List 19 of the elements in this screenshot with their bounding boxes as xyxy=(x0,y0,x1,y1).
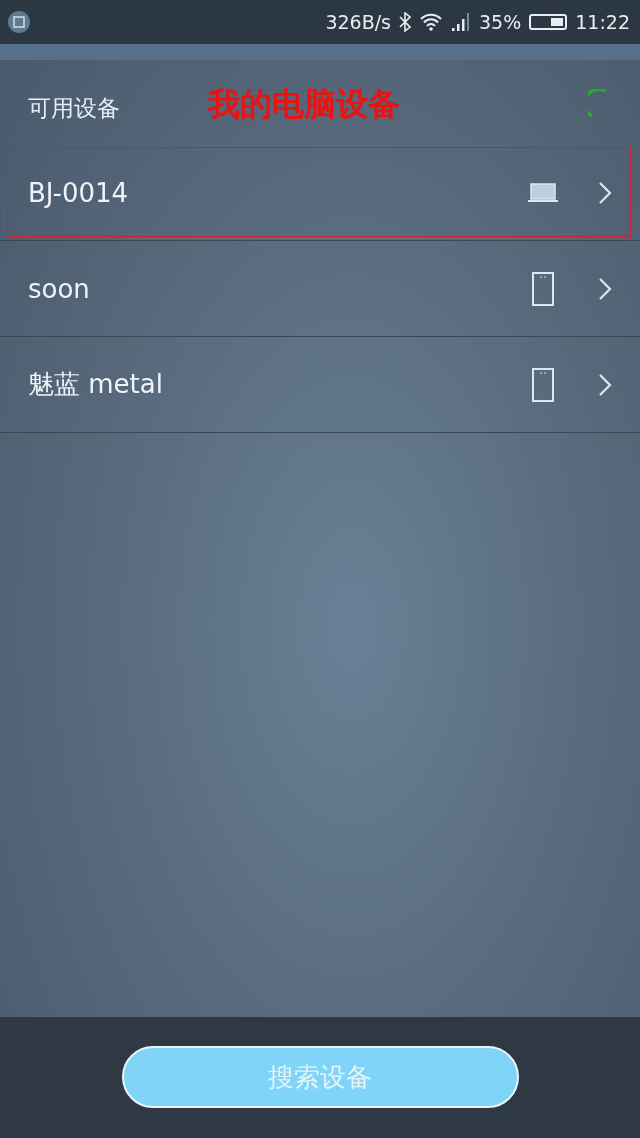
bluetooth-icon xyxy=(399,12,411,32)
phone-icon xyxy=(532,271,554,306)
clock: 11:22 xyxy=(575,11,630,33)
chevron-right-icon xyxy=(598,372,612,397)
device-row[interactable]: BJ-0014 xyxy=(0,145,640,241)
chevron-right-icon xyxy=(598,180,612,205)
chevron-right-icon xyxy=(598,276,612,301)
signal-icon xyxy=(451,12,471,32)
device-row[interactable]: 魅蓝 metal xyxy=(0,337,640,433)
network-speed: 326B/s xyxy=(325,11,391,33)
screenshot-icon xyxy=(8,11,30,33)
device-row[interactable]: soon xyxy=(0,241,640,337)
battery-icon xyxy=(529,14,568,30)
section-title: 可用设备 xyxy=(28,94,120,123)
battery-percent: 35% xyxy=(479,11,522,33)
annotation-label: 我的电脑设备 xyxy=(208,83,400,125)
laptop-icon xyxy=(527,182,559,203)
phone-icon xyxy=(532,367,554,402)
wifi-icon xyxy=(419,13,443,31)
